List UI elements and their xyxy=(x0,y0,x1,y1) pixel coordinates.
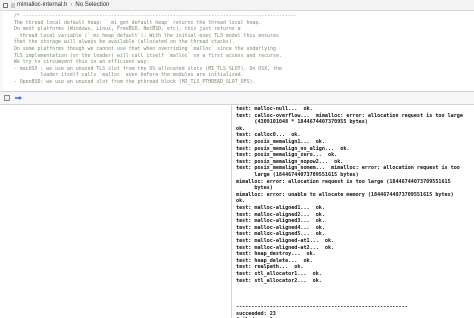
console-line: succeeded: 23 xyxy=(236,310,276,317)
console-line: large (18446744073709551615 bytes) xyxy=(236,172,359,178)
console-line: test: malloc-aligned4... ok. xyxy=(236,224,325,231)
header-file-icon xyxy=(11,2,15,8)
console-line: test: malloc-aligned-at2... ok. xyxy=(236,244,335,251)
console-line: test: calloc-overflow... mimalloc: error… xyxy=(236,112,463,119)
console-line: test: calloc0... ok. xyxy=(236,132,301,139)
code-line: /* -------------------------------------… xyxy=(8,13,297,19)
console-line: bytes) xyxy=(236,185,273,192)
console-line: test: malloc-aligned3... ok. xyxy=(236,218,325,225)
code-line: __thread local variable (`_mi_heap_defau… xyxy=(8,32,279,39)
console-line: mimalloc: error: allocation request is t… xyxy=(236,178,451,185)
console-line: test: posix_memalign_zero... ok. xyxy=(236,152,338,159)
code-line: On most platforms (Windows, Linux, FreeB… xyxy=(8,26,241,33)
code-line: TLS implementation (or the loader) will … xyxy=(8,52,282,59)
code-line: - OpenBSD: we use an unused slot from th… xyxy=(8,79,256,85)
console-line: test: malloc-null... ok. xyxy=(236,106,313,112)
continue-execution-icon[interactable] xyxy=(15,96,22,100)
console-line: test: realpath... ok. xyxy=(236,264,304,271)
console-line: test: malloc-aligned-at1... ok. xyxy=(236,238,335,244)
console-line: (4309101048 * 1844674407370955 bytes) xyxy=(236,119,368,126)
editor-gutter xyxy=(0,11,3,91)
jump-bar-file-name[interactable]: mimalloc-internal.h xyxy=(17,2,67,8)
console-line: test: malloc-aligned2... ok. xyxy=(236,211,325,218)
console-line: test: heap_destroy... ok. xyxy=(236,251,316,258)
jump-bar-selection[interactable]: No Selection xyxy=(75,2,109,8)
console-line: test: stl_allocator1... ok. xyxy=(236,271,322,277)
console-line: test: malloc-aligned5... ok. xyxy=(236,231,325,238)
source-editor[interactable]: /* -------------------------------------… xyxy=(0,11,474,91)
console-line: test: posix_memalign_nomem... mimalloc: … xyxy=(236,165,460,172)
console-line: test: posix_memalign1... ok. xyxy=(236,139,325,145)
code-line: that the storage will always be availabl… xyxy=(8,39,235,46)
code-line: loader itself calls `malloc` even before… xyxy=(8,72,244,79)
console-line: ok. xyxy=(236,125,246,132)
code-line: On some platforms though we cannot use t… xyxy=(8,46,276,52)
code-line: We try to circumvent this in an efficien… xyxy=(8,59,150,66)
console-line: test: heap_delete... ok. xyxy=(236,257,313,264)
console-line: test: stl_allocator2... ok. xyxy=(236,277,322,284)
chevron-right-icon: › xyxy=(70,2,73,8)
console-line: test: posix_memalign_no_align... ok. xyxy=(236,145,350,152)
variables-view[interactable] xyxy=(0,105,232,318)
related-items-icon[interactable] xyxy=(3,2,8,8)
console-line: mimalloc: error: unable to allocate memo… xyxy=(236,191,454,198)
hide-debug-area-icon[interactable] xyxy=(4,95,10,101)
console-line: ----------------------------------------… xyxy=(236,304,408,310)
code-line: - macOSX : we use an unused TLS slot fro… xyxy=(8,65,282,72)
console-line: test: posix_memalign_nopow2... ok. xyxy=(236,158,344,165)
console-line: test: malloc-aligned1... ok. xyxy=(236,205,325,211)
console-line: ok. xyxy=(236,198,246,205)
code-line: The thread local default heap: `_mi_get_… xyxy=(8,19,262,26)
jump-bar: mimalloc-internal.h › No Selection xyxy=(0,0,474,11)
debug-bar xyxy=(0,91,474,105)
console-output[interactable]: test: malloc-null... ok. test: calloc-ove… xyxy=(236,105,474,318)
